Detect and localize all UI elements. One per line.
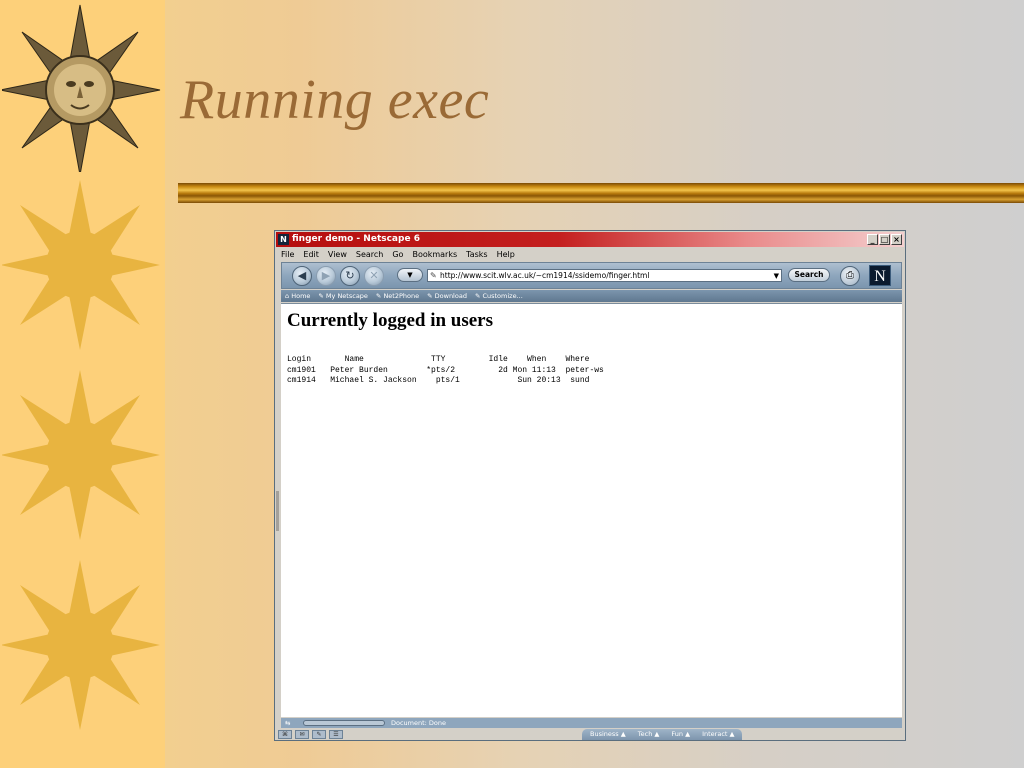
sidebar-grip[interactable] [276,491,279,531]
netscape-n-icon[interactable]: N [869,265,891,286]
page-icon: ✎ [430,271,437,280]
menu-help[interactable]: Help [497,248,515,262]
chevron-down-icon[interactable]: ▼ [774,270,779,282]
sun-icon [2,370,160,540]
menu-bookmarks[interactable]: Bookmarks [412,248,457,262]
tab-fun[interactable]: Fun ▲ [671,729,690,740]
tab-interact[interactable]: Interact ▲ [702,729,734,740]
forward-icon[interactable]: ▶ [316,266,336,286]
navigation-toolbar: ◀ ▶ ↻ ✕ ▼ ✎ http://www.scit.wlv.ac.uk/~c… [281,262,902,289]
progress-bar [303,720,385,726]
my-netscape-label: My Netscape [325,292,368,300]
finger-row: cm1901 Peter Burden *pts/2 2d Mon 11:13 … [287,365,604,375]
tab-tech-label: Tech [637,730,653,738]
composer-icon[interactable]: ✎ [312,730,326,739]
download-label: Download [434,292,467,300]
browser-window: N finger demo - Netscape 6 _ □ × File Ed… [274,230,906,741]
page-content: Currently logged in users Login Name TTY… [281,303,902,717]
url-bar[interactable]: ✎ http://www.scit.wlv.ac.uk/~cm1914/ssid… [427,269,782,282]
net2phone-label: Net2Phone [383,292,420,300]
tab-fun-label: Fun [671,730,684,738]
mail-icon[interactable]: ✉ [295,730,309,739]
tab-tech[interactable]: Tech ▲ [638,729,660,740]
search-button[interactable]: Search [788,268,830,282]
customize-label: Customize... [482,292,523,300]
maximize-button[interactable]: □ [879,234,890,245]
toolbar-download[interactable]: ✎ Download [427,292,467,300]
status-bar: ⇆ Document: Done [281,718,902,728]
sun-icon [2,180,160,350]
home-label: Home [291,292,311,300]
print-icon[interactable]: ⎙ [840,266,860,286]
menu-edit[interactable]: Edit [303,248,319,262]
reload-icon[interactable]: ↻ [340,266,360,286]
bookmarks-dropdown-button[interactable]: ▼ [397,268,423,282]
toolbar-home[interactable]: ⌂ Home [285,292,310,300]
finger-header: Login Name TTY Idle When Where [287,355,590,364]
window-titlebar[interactable]: N finger demo - Netscape 6 _ □ × [276,232,904,247]
minimize-button[interactable]: _ [867,234,878,245]
page-heading: Currently logged in users [287,310,494,331]
navigator-icon[interactable]: ⌘ [278,730,292,739]
menu-go[interactable]: Go [392,248,403,262]
menu-view[interactable]: View [328,248,347,262]
tab-business-label: Business [590,730,619,738]
component-bar: ⌘ ✉ ✎ ☰ Business ▲ Tech ▲ Fun ▲ Interact… [276,729,904,740]
sun-icon [2,560,160,730]
url-text: http://www.scit.wlv.ac.uk/~cm1914/ssidem… [440,271,650,280]
sidebar-tabs: Business ▲ Tech ▲ Fun ▲ Interact ▲ [582,729,742,740]
personal-toolbar: ⌂ Home ✎ My Netscape ✎ Net2Phone ✎ Downl… [281,290,902,302]
menu-tasks[interactable]: Tasks [466,248,487,262]
netscape-logo-icon: N [278,234,289,245]
finger-output: Login Name TTY Idle When Where cm1901 Pet… [287,355,604,387]
toolbar-customize[interactable]: ✎ Customize... [475,292,523,300]
tab-interact-label: Interact [702,730,728,738]
toolbar-my-netscape[interactable]: ✎ My Netscape [318,292,368,300]
window-title: finger demo - Netscape 6 [292,234,420,244]
tab-business[interactable]: Business ▲ [590,729,626,740]
close-button[interactable]: × [891,234,902,245]
slide-title: Running exec [180,69,490,131]
menu-file[interactable]: File [281,248,294,262]
connection-icon: ⇆ [285,719,291,727]
menu-bar: File Edit View Search Go Bookmarks Tasks… [281,248,515,262]
sun-icon [2,4,161,172]
toolbar-net2phone[interactable]: ✎ Net2Phone [376,292,419,300]
status-text: Document: Done [391,719,447,727]
back-icon[interactable]: ◀ [292,266,312,286]
stop-icon[interactable]: ✕ [364,266,384,286]
title-divider [178,183,1024,203]
decorative-sidebar [0,0,165,768]
finger-row: cm1914 Michael S. Jackson pts/1 Sun 20:1… [287,376,590,385]
menu-search[interactable]: Search [356,248,383,262]
address-book-icon[interactable]: ☰ [329,730,343,739]
